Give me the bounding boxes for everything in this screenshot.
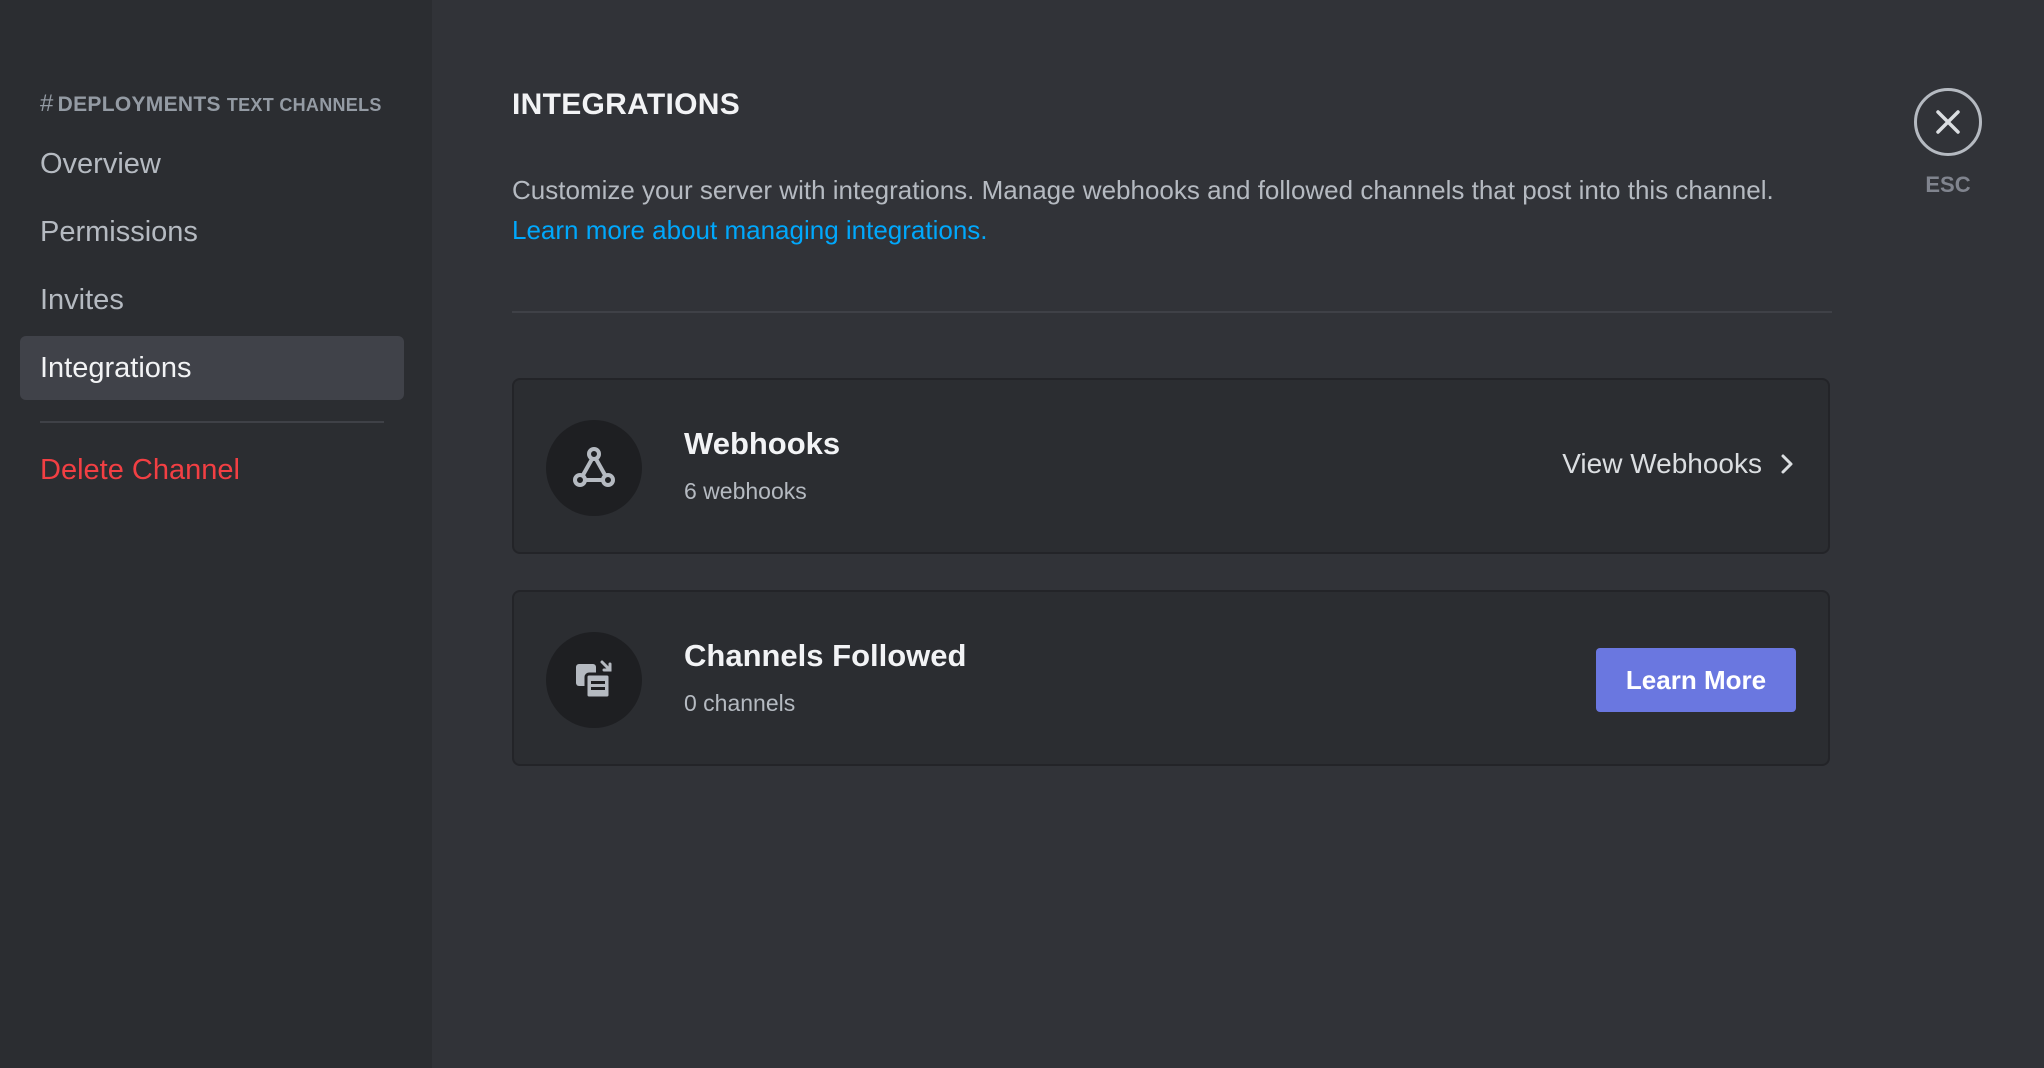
channel-type: TEXT CHANNELS (226, 95, 382, 115)
close-icon (1936, 110, 1960, 134)
channels-followed-card: Channels Followed 0 channels Learn More (512, 590, 1830, 766)
channel-follow-icon (546, 632, 642, 728)
sidebar-item-integrations[interactable]: Integrations (20, 336, 404, 400)
esc-label: ESC (1925, 172, 1971, 197)
settings-window: # DEPLOYMENTS TEXT CHANNELS Overview Permi… (0, 0, 2044, 1068)
view-webhooks-label: View Webhooks (1562, 448, 1762, 479)
sidebar-divider (40, 421, 384, 423)
learn-more-link[interactable]: Learn more about managing integrations. (512, 210, 1852, 250)
channel-name: DEPLOYMENTS (57, 93, 221, 116)
sidebar-item-overview[interactable]: Overview (20, 132, 404, 196)
learn-more-button[interactable]: Learn More (1596, 648, 1796, 712)
webhooks-count: 6 webhooks (684, 478, 807, 504)
sidebar-item-invites[interactable]: Invites (20, 268, 404, 332)
close-control: ESC (1912, 88, 1984, 198)
sidebar-header: # DEPLOYMENTS TEXT CHANNELS (40, 90, 390, 118)
page-description: Customize your server with integrations.… (512, 170, 1852, 250)
close-button[interactable] (1914, 88, 1982, 156)
view-webhooks-button[interactable]: View Webhooks (1562, 448, 1794, 480)
description-text: Customize your server with integrations.… (512, 175, 1774, 205)
section-divider (512, 311, 1832, 313)
webhooks-title: Webhooks (684, 426, 841, 461)
webhooks-card[interactable]: Webhooks 6 webhooks View Webhooks (512, 378, 1830, 554)
sidebar-item-permissions[interactable]: Permissions (20, 200, 404, 264)
webhook-icon (546, 420, 642, 516)
delete-channel-button[interactable]: Delete Channel (20, 438, 384, 502)
sidebar-nav: Overview Permissions Invites Integration… (20, 132, 404, 404)
settings-sidebar: # DEPLOYMENTS TEXT CHANNELS Overview Permi… (0, 0, 432, 1068)
page-title: INTEGRATIONS (512, 88, 741, 121)
chevron-right-icon (1780, 453, 1794, 475)
channels-followed-count: 0 channels (684, 690, 796, 716)
integrations-panel: INTEGRATIONS Customize your server with … (432, 0, 2044, 1068)
channels-followed-title: Channels Followed (684, 638, 967, 673)
hash-icon: # (40, 90, 54, 117)
